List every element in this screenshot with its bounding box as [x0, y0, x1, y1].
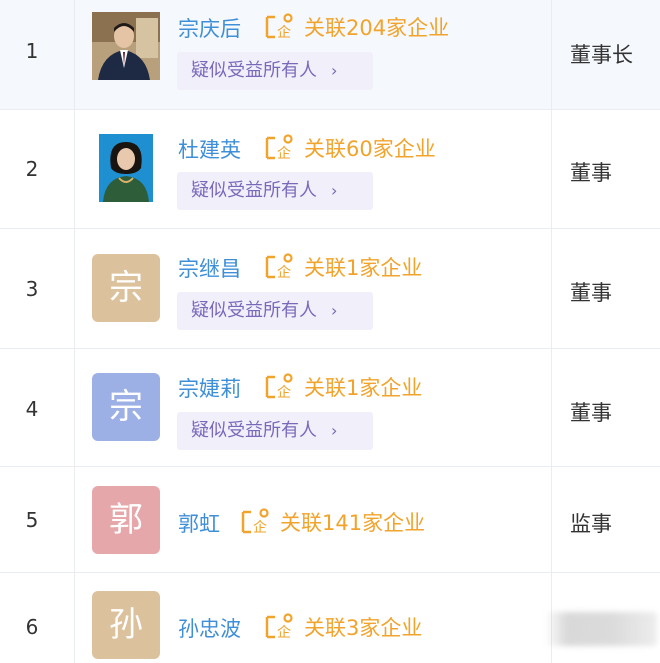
company-link-icon: 企 — [265, 13, 293, 41]
chevron-right-icon: › — [331, 61, 338, 80]
role-label: 监事 — [570, 512, 612, 536]
column-divider — [74, 0, 75, 109]
person-photo-icon — [92, 12, 160, 80]
person-name-link[interactable]: 杜建英 — [178, 134, 241, 164]
row-index: 2 — [25, 157, 39, 181]
related-companies-link[interactable]: 企 关联141家企业 — [240, 507, 425, 537]
company-link-icon: 企 — [265, 373, 293, 401]
avatar[interactable]: 宗 — [92, 373, 160, 441]
person-name-link[interactable]: 郭虹 — [178, 508, 220, 538]
related-companies-link[interactable]: 企 关联1家企业 — [264, 252, 422, 282]
beneficial-owner-tag[interactable]: 疑似受益所有人 › — [177, 52, 373, 90]
company-link-icon: 企 — [265, 134, 293, 162]
row-index: 1 — [25, 39, 39, 63]
related-companies-label: 关联1家企业 — [304, 376, 423, 400]
company-link-icon: 企 — [241, 508, 269, 536]
column-divider — [74, 229, 75, 348]
related-companies-link[interactable]: 企 关联60家企业 — [264, 133, 436, 163]
table-row: 2 杜建英 企 关联60家企业 疑似受益所有人 › 董事 — [0, 110, 660, 229]
row-index: 3 — [25, 277, 39, 301]
chevron-right-icon: › — [331, 421, 338, 440]
table-row: 4 宗 宗婕莉 企 关联1家企业 疑似受益所有人 › 董事 — [0, 349, 660, 467]
related-companies-link[interactable]: 企 关联204家企业 — [264, 12, 449, 42]
role-label: 董事 — [570, 281, 612, 305]
person-name-link[interactable]: 宗庆后 — [178, 13, 241, 43]
table-row: 5 郭 郭虹 企 关联141家企业 监事 — [0, 467, 660, 573]
svg-text:企: 企 — [277, 145, 291, 162]
row-index: 5 — [25, 508, 39, 532]
column-divider — [551, 110, 552, 228]
row-index: 6 — [25, 615, 39, 639]
person-name-link[interactable]: 宗婕莉 — [178, 373, 241, 403]
personnel-table: 1 宗庆后 企 关联204家企业 疑似受益所有人 › 董事长 2 杜建英 企 关… — [0, 0, 660, 663]
tag-label: 疑似受益所有人 — [191, 180, 317, 201]
chevron-right-icon: › — [331, 181, 338, 200]
table-row: 1 宗庆后 企 关联204家企业 疑似受益所有人 › 董事长 — [0, 0, 660, 110]
person-name-link[interactable]: 宗继昌 — [178, 253, 241, 283]
related-companies-label: 关联60家企业 — [304, 137, 436, 161]
person-name-link[interactable]: 孙忠波 — [178, 613, 241, 643]
beneficial-owner-tag[interactable]: 疑似受益所有人 › — [177, 292, 373, 330]
svg-text:企: 企 — [277, 624, 291, 641]
svg-text:企: 企 — [253, 519, 267, 536]
role-label: 董事长 — [570, 43, 633, 67]
chevron-right-icon: › — [331, 301, 338, 320]
beneficial-owner-tag[interactable]: 疑似受益所有人 › — [177, 172, 373, 210]
related-companies-label: 关联204家企业 — [304, 16, 450, 40]
svg-text:企: 企 — [277, 24, 291, 41]
table-row: 3 宗 宗继昌 企 关联1家企业 疑似受益所有人 › 董事 — [0, 229, 660, 349]
avatar[interactable]: 孙 — [92, 591, 160, 659]
related-companies-link[interactable]: 企 关联1家企业 — [264, 372, 422, 402]
svg-text:企: 企 — [277, 264, 291, 281]
related-companies-link[interactable]: 企 关联3家企业 — [264, 612, 422, 642]
column-divider — [74, 110, 75, 228]
row-index: 4 — [25, 397, 39, 421]
role-label: 董事 — [570, 401, 612, 425]
related-companies-label: 关联1家企业 — [304, 256, 423, 280]
role-label: 董事 — [570, 161, 612, 185]
column-divider — [74, 573, 75, 663]
tag-label: 疑似受益所有人 — [191, 420, 317, 441]
avatar[interactable]: 郭 — [92, 486, 160, 554]
company-link-icon: 企 — [265, 253, 293, 281]
related-companies-label: 关联141家企业 — [280, 511, 426, 535]
company-link-icon: 企 — [265, 613, 293, 641]
column-divider — [551, 467, 552, 572]
column-divider — [551, 349, 552, 466]
beneficial-owner-tag[interactable]: 疑似受益所有人 › — [177, 412, 373, 450]
tag-label: 疑似受益所有人 — [191, 300, 317, 321]
avatar[interactable]: 宗 — [92, 254, 160, 322]
related-companies-label: 关联3家企业 — [304, 616, 423, 640]
column-divider — [74, 349, 75, 466]
column-divider — [551, 0, 552, 109]
tag-label: 疑似受益所有人 — [191, 60, 317, 81]
watermark-blur — [545, 612, 657, 646]
svg-text:企: 企 — [277, 384, 291, 401]
column-divider — [74, 467, 75, 572]
column-divider — [551, 229, 552, 348]
person-photo-icon — [99, 134, 153, 202]
avatar[interactable] — [99, 134, 153, 202]
avatar[interactable] — [92, 12, 160, 80]
